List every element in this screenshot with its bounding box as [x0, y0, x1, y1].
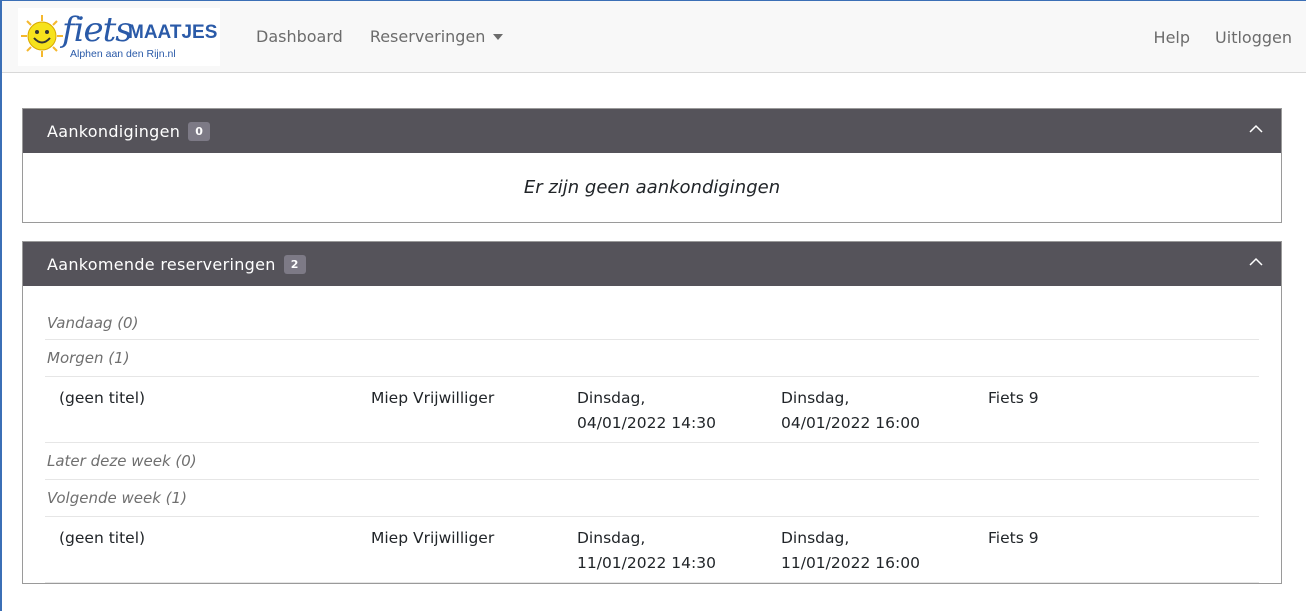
nav-links: Dashboard Reserveringen — [256, 27, 530, 46]
group-later-this-week: Later deze week (0) — [45, 443, 1259, 480]
upcoming-reservations-card: Aankomende reserveringen 2 Vandaag (0) M… — [22, 241, 1282, 584]
brand-logo[interactable]: fiets MAATJES Alphen aan den Rijn.nl — [18, 7, 220, 66]
upcoming-title: Aankomende reserveringen — [47, 254, 276, 274]
nav-help-label: Help — [1153, 27, 1191, 47]
reservation-row[interactable]: (geen titel) Miep Vrijwilliger Dinsdag, … — [45, 377, 1259, 443]
reservation-start: Dinsdag, 11/01/2022 14:30 — [577, 526, 716, 576]
nav-dashboard[interactable]: Dashboard — [256, 27, 343, 46]
brand-caps: MAATJES — [128, 21, 218, 43]
announcements-header[interactable]: Aankondigingen 0 — [23, 109, 1281, 153]
nav-right: Help Uitloggen — [1129, 1, 1292, 73]
reservation-row[interactable]: (geen titel) Miep Vrijwilliger Dinsdag, … — [45, 517, 1259, 583]
reservation-start-time: 04/01/2022 14:30 — [577, 414, 716, 432]
reservation-title: (geen titel) — [59, 529, 146, 547]
reservation-volunteer: Miep Vrijwilliger — [371, 529, 495, 547]
group-next-week: Volgende week (1) — [45, 480, 1259, 517]
announcements-empty-message: Er zijn geen aankondigingen — [523, 177, 781, 198]
brand-word: fiets — [62, 9, 133, 50]
upcoming-count-badge: 2 — [283, 254, 306, 274]
top-navbar: fiets MAATJES Alphen aan den Rijn.nl Das… — [2, 1, 1306, 73]
reservation-start-day: Dinsdag, — [577, 529, 646, 547]
reservation-end-time: 11/01/2022 16:00 — [781, 554, 920, 572]
nav-help[interactable]: Help — [1154, 28, 1190, 47]
nav-logout[interactable]: Uitloggen — [1215, 28, 1292, 47]
nav-logout-label: Uitloggen — [1215, 27, 1292, 47]
group-today: Vandaag (0) — [45, 306, 1259, 340]
announcements-card: Aankondigingen 0 Er zijn geen aankondigi… — [22, 108, 1282, 223]
brand-subtitle: Alphen aan den Rijn.nl — [70, 47, 176, 60]
smiley-sun-icon — [21, 14, 63, 57]
caret-down-icon — [493, 33, 504, 40]
reservation-end-day: Dinsdag, — [781, 389, 850, 407]
reservation-start-time: 11/01/2022 14:30 — [577, 554, 716, 572]
group-tomorrow: Morgen (1) — [45, 340, 1259, 377]
chevron-up-icon[interactable] — [1249, 257, 1263, 266]
reservation-start-day: Dinsdag, — [577, 389, 646, 407]
reservation-end: Dinsdag, 11/01/2022 16:00 — [781, 526, 920, 576]
reservation-start: Dinsdag, 04/01/2022 14:30 — [577, 386, 716, 436]
announcements-count-badge: 0 — [188, 121, 211, 141]
nav-dashboard-label: Dashboard — [256, 27, 343, 46]
reservations-list: Vandaag (0) Morgen (1) (geen titel) Miep… — [23, 286, 1281, 583]
reservation-bike: Fiets 9 — [988, 389, 1039, 407]
reservation-end: Dinsdag, 04/01/2022 16:00 — [781, 386, 920, 436]
nav-reserveringen-dropdown[interactable]: Reserveringen — [370, 27, 504, 46]
reservation-end-time: 04/01/2022 16:00 — [781, 414, 920, 432]
reservation-end-day: Dinsdag, — [781, 529, 850, 547]
chevron-up-icon[interactable] — [1249, 124, 1263, 133]
reservation-bike: Fiets 9 — [988, 529, 1039, 547]
reservation-title: (geen titel) — [59, 389, 146, 407]
announcements-title: Aankondigingen — [47, 121, 181, 141]
upcoming-header[interactable]: Aankomende reserveringen 2 — [23, 242, 1281, 286]
reservation-volunteer: Miep Vrijwilliger — [371, 389, 495, 407]
nav-reserveringen-label: Reserveringen — [369, 27, 486, 46]
